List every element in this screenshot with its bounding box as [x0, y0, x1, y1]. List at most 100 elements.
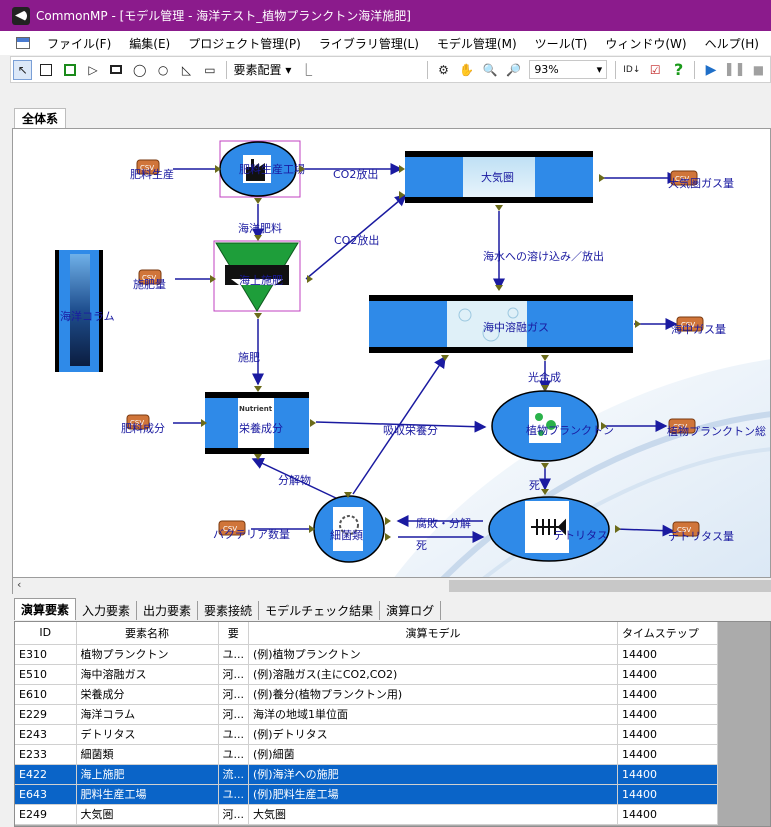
model-diagram: CO2放出 海洋肥料 CO2放出 海水への溶け込み／放出 施肥 光合成 吸収栄養… — [55, 140, 770, 577]
zoom-out-icon[interactable]: 🔎 — [504, 60, 523, 80]
id-toggle-icon[interactable]: ID↓ — [622, 60, 641, 80]
cell-name: 細菌類 — [76, 744, 219, 765]
element-nutrients[interactable]: Nutrient 栄養成分 — [205, 392, 309, 454]
cell-timestep: 14400 — [617, 644, 718, 665]
element-ocean-fertilization[interactable]: 海上施肥 — [213, 240, 301, 312]
port[interactable] — [599, 174, 605, 182]
circle-tool-icon[interactable]: ○ — [153, 60, 172, 80]
model-canvas[interactable]: CO2放出 海洋肥料 CO2放出 海水への溶け込み／放出 施肥 光合成 吸収栄養… — [12, 128, 771, 578]
port[interactable] — [541, 385, 549, 391]
port[interactable] — [254, 454, 262, 460]
table-row[interactable]: E249 大気圏 河... 大気圏 14400 — [15, 804, 718, 825]
canvas-horizontal-scrollbar[interactable]: ‹ — [12, 578, 771, 594]
nutrient-icon: Nutrient — [239, 405, 273, 413]
table-row[interactable]: E643 肥料生産工場 ユ... (例)肥料生産工場 14400 — [15, 784, 718, 805]
flow-label-rot-decomp: 腐敗・分解 — [416, 516, 471, 530]
table-row[interactable]: E422 海上施肥 流... (例)海洋への施肥 14400 — [15, 764, 718, 785]
zoom-in-icon[interactable]: 🔍 — [481, 60, 500, 80]
filled-rect-tool-icon[interactable] — [107, 60, 126, 80]
stop-icon[interactable]: ■ — [749, 60, 768, 80]
connector-tool-icon[interactable]: ⎿ — [296, 60, 315, 80]
menu-file[interactable]: ファイル(F) — [38, 35, 120, 52]
element-bacteria[interactable]: 細菌類 — [313, 495, 385, 563]
output-fertilizer-component[interactable]: CSV 肥料成分 — [121, 414, 165, 435]
element-ocean-column[interactable]: 海洋コラム — [55, 250, 115, 372]
port[interactable] — [310, 419, 316, 427]
col-header-kind[interactable]: 要 — [218, 622, 249, 645]
output-fertilizer-amount[interactable]: CSV 施肥量 — [133, 269, 166, 291]
port[interactable] — [210, 275, 216, 283]
help-icon[interactable]: ? — [669, 60, 688, 80]
menu-help[interactable]: ヘルプ(H) — [696, 35, 768, 52]
mdi-window-icon[interactable] — [16, 37, 30, 49]
cell-name: デトリタス — [76, 724, 219, 745]
menu-window[interactable]: ウィンドウ(W) — [596, 35, 695, 52]
output-fertilizer-production[interactable]: CSV 肥料生産 — [130, 159, 174, 181]
triangle-tool-icon[interactable]: ▷ — [83, 60, 102, 80]
shape-tool-icon[interactable]: ◺ — [177, 60, 196, 80]
col-header-timestep[interactable]: タイムステップ — [617, 622, 718, 645]
port[interactable] — [254, 313, 262, 319]
table-row[interactable]: E310 植物プランクトン ユ... (例)植物プランクトン 14400 — [15, 644, 718, 665]
port[interactable] — [254, 198, 262, 204]
table-row[interactable]: E610 栄養成分 河... (例)養分(植物プランクトン用) 14400 — [15, 684, 718, 705]
zoom-select[interactable]: 93% ▾ — [529, 60, 608, 79]
tab-element-connections[interactable]: 要素接続 — [198, 601, 260, 620]
element-atmosphere[interactable]: 大気圏 — [405, 151, 593, 203]
menu-library[interactable]: ライブラリ管理(L) — [310, 35, 428, 52]
table-row[interactable]: E229 海洋コラム 河... 海洋の地域1単位面 14400 — [15, 704, 718, 725]
table-row[interactable]: E243 デトリタス ユ... (例)デトリタス 14400 — [15, 724, 718, 745]
square-tool-icon[interactable] — [36, 60, 55, 80]
cell-model: 海洋の地域1単位面 — [248, 704, 618, 725]
port[interactable] — [385, 533, 391, 541]
port[interactable] — [495, 205, 503, 211]
port[interactable] — [385, 517, 391, 525]
menu-project[interactable]: プロジェクト管理(P) — [179, 35, 310, 52]
menu-edit[interactable]: 編集(E) — [120, 35, 179, 52]
cell-timestep: 14400 — [617, 724, 718, 745]
tab-whole-system[interactable]: 全体系 — [14, 108, 66, 128]
table-row[interactable]: E233 細菌類 ユ... (例)細菌 14400 — [15, 744, 718, 765]
hand-pan-icon[interactable]: ✋ — [457, 60, 476, 80]
cell-name: 大気圏 — [76, 804, 219, 825]
ellipse-tool-icon[interactable]: ◯ — [130, 60, 149, 80]
table-row[interactable]: E510 海中溶融ガス 河... (例)溶融ガス(主にCO2,CO2) 14400 — [15, 664, 718, 685]
tab-input-elements[interactable]: 入力要素 — [76, 601, 138, 620]
menu-tools[interactable]: ツール(T) — [526, 35, 597, 52]
col-header-model[interactable]: 演算モデル — [248, 622, 618, 645]
element-detritus[interactable]: デトリタス — [488, 496, 610, 562]
port[interactable] — [254, 235, 262, 241]
port[interactable] — [254, 386, 262, 392]
tab-model-check-results[interactable]: モデルチェック結果 — [259, 601, 381, 620]
tab-calc-log[interactable]: 演算ログ — [380, 601, 442, 620]
element-fertilizer-factory[interactable]: 肥料生産工場 — [219, 140, 305, 198]
cell-model: (例)植物プランクトン — [248, 644, 618, 665]
toolbar-blank-field[interactable] — [321, 60, 419, 79]
output-atm-gas[interactable]: CSV 大気圏ガス量 — [668, 170, 734, 190]
check-icon[interactable]: ☑ — [646, 60, 665, 80]
auto-layout-icon[interactable]: ⚙ — [434, 60, 453, 80]
rect-outline-tool-icon[interactable]: ▭ — [200, 60, 219, 80]
output-sea-gas[interactable]: CSV 海中ガス量 — [671, 316, 726, 336]
port[interactable] — [541, 355, 549, 361]
layout-dropdown[interactable]: 要素配置 ▾ — [234, 61, 292, 78]
menu-model[interactable]: モデル管理(M) — [428, 35, 526, 52]
cell-id: E510 — [15, 664, 77, 685]
tab-output-elements[interactable]: 出力要素 — [137, 601, 199, 620]
scroll-left-icon[interactable]: ‹ — [17, 578, 21, 591]
green-square-tool-icon[interactable] — [60, 60, 79, 80]
pointer-tool-icon[interactable]: ↖ — [13, 59, 33, 80]
element-dissolved-gas[interactable]: 海中溶融ガス — [369, 295, 633, 353]
port[interactable] — [635, 320, 641, 328]
cell-kind: 流... — [218, 764, 249, 785]
port[interactable] — [495, 285, 503, 291]
element-grid[interactable]: ID 要素名称 要 演算モデル タイムステップ E310 植物プランクトン ユ...… — [14, 621, 771, 827]
output-bacteria-amount[interactable]: CSV バクテリア数量 — [213, 520, 290, 541]
scrollbar-thumb[interactable] — [449, 580, 771, 592]
tab-calc-elements[interactable]: 演算要素 — [14, 598, 77, 620]
col-header-id[interactable]: ID — [15, 622, 77, 645]
col-header-name[interactable]: 要素名称 — [76, 622, 219, 645]
play-icon[interactable]: ▶ — [701, 60, 720, 80]
pause-icon[interactable]: ❚❚ — [724, 60, 746, 80]
port[interactable] — [399, 165, 405, 173]
